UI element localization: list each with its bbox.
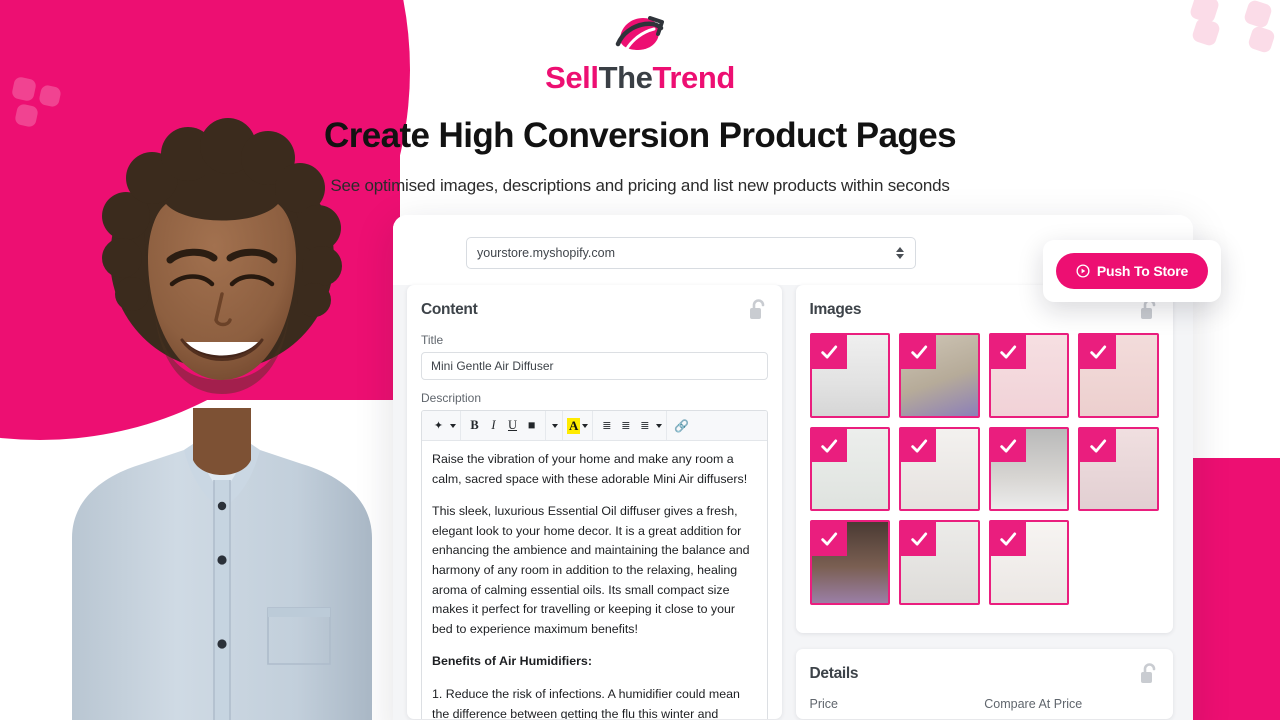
pink-block-right-decoration	[1185, 458, 1280, 720]
image-thumbnail[interactable]	[988, 333, 1070, 418]
content-panel-title: Content	[421, 301, 478, 318]
stepper-arrows-icon	[896, 247, 904, 259]
checkmark-icon[interactable]	[811, 428, 847, 463]
image-thumbnail[interactable]	[809, 426, 891, 512]
push-to-store-button[interactable]: Push To Store	[1055, 253, 1209, 289]
image-thumbnail[interactable]	[809, 333, 891, 418]
italic-button[interactable]: I	[484, 415, 503, 437]
images-column: Images Details Price Compare At Price	[795, 285, 1173, 720]
swoosh-arrow-icon	[615, 16, 664, 52]
description-tail: 1. Reduce the risk of infections. A humi…	[432, 686, 740, 719]
image-thumbnail[interactable]	[1078, 426, 1159, 512]
push-to-store-label: Push To Store	[1096, 263, 1189, 279]
image-thumbnail[interactable]	[899, 520, 980, 605]
page-root: SellTheTrend Create High Conversion Prod…	[0, 0, 1280, 720]
image-thumbnail[interactable]	[899, 426, 980, 512]
title-field-label: Title	[421, 333, 444, 347]
image-thumbnail[interactable]	[1078, 333, 1159, 418]
image-thumbnail-grid	[809, 333, 1159, 605]
bullet-list-button[interactable]: ≣	[597, 415, 616, 437]
title-input[interactable]: Mini Gentle Air Diffuser	[421, 352, 768, 380]
checkmark-icon[interactable]	[901, 522, 937, 557]
editor-toolbar: ✦ B I U ■ A ≣ ≣ ≣ 🔗	[422, 411, 767, 441]
image-thumbnail[interactable]	[899, 333, 980, 418]
brand-word-trend: Trend	[652, 60, 736, 95]
image-thumbnail[interactable]	[809, 520, 891, 605]
text-color-button[interactable]: A	[567, 417, 581, 434]
magic-wand-icon[interactable]: ✦	[429, 415, 448, 437]
description-editor[interactable]: ✦ B I U ■ A ≣ ≣ ≣ 🔗 Raise the vibration …	[421, 410, 768, 719]
bold-button[interactable]: B	[465, 415, 484, 437]
details-panel-title: Details	[809, 665, 859, 682]
app-body: Content Title Mini Gentle Air Diffuser D…	[393, 285, 1193, 720]
description-paragraph: This sleek, luxurious Essential Oil diff…	[432, 504, 750, 636]
push-to-store-card: Push To Store	[1043, 240, 1221, 302]
checkmark-icon[interactable]	[990, 428, 1026, 463]
play-circle-icon	[1076, 264, 1090, 278]
text-color-caret-icon[interactable]	[582, 423, 589, 428]
description-paragraph: Raise the vibration of your home and mak…	[432, 452, 748, 486]
font-style-button[interactable]: ■	[522, 415, 541, 437]
store-select[interactable]: yourstore.myshopify.com	[466, 237, 916, 269]
checkmark-icon[interactable]	[1080, 335, 1116, 369]
details-labels-row: Price Compare At Price	[810, 697, 1159, 711]
image-thumbnail[interactable]	[988, 520, 1070, 605]
magic-wand-caret-icon[interactable]	[450, 423, 456, 428]
images-panel-title: Images	[809, 301, 862, 318]
content-panel: Content Title Mini Gentle Air Diffuser D…	[407, 285, 782, 719]
description-text[interactable]: Raise the vibration of your home and mak…	[422, 441, 767, 719]
price-label: Price	[809, 697, 838, 711]
checkmark-icon[interactable]	[901, 335, 937, 369]
brand-logo: SellTheTrend	[0, 14, 1280, 93]
page-subtitle: See optimised images, descriptions and p…	[330, 176, 950, 195]
font-style-caret-icon[interactable]	[552, 423, 558, 428]
unlock-icon[interactable]	[1140, 299, 1159, 320]
content-column: Content Title Mini Gentle Air Diffuser D…	[407, 285, 782, 720]
title-input-value: Mini Gentle Air Diffuser	[431, 359, 554, 373]
brand-word-the: The	[598, 60, 653, 95]
description-heading: Benefits of Air Humidifiers:	[432, 654, 592, 669]
checkmark-icon[interactable]	[990, 522, 1026, 557]
checkmark-icon[interactable]	[901, 428, 937, 463]
checkmark-icon[interactable]	[811, 522, 847, 557]
underline-button[interactable]: U	[503, 415, 522, 437]
checkmark-icon[interactable]	[990, 335, 1026, 369]
brand-wordmark: SellTheTrend	[545, 62, 735, 93]
checkmark-icon[interactable]	[811, 335, 847, 369]
numbered-list-button[interactable]: ≣	[616, 415, 635, 437]
unlock-icon[interactable]	[749, 299, 768, 320]
details-panel: Details Price Compare At Price	[795, 649, 1173, 719]
compare-at-price-label: Compare At Price	[984, 697, 1083, 711]
unlock-icon[interactable]	[1140, 663, 1159, 684]
checkmark-icon[interactable]	[1080, 428, 1116, 463]
align-caret-icon[interactable]	[656, 423, 663, 428]
align-button[interactable]: ≣	[635, 415, 654, 437]
image-thumbnail[interactable]	[988, 426, 1070, 512]
brand-word-sell: Sell	[545, 60, 599, 95]
store-select-value: yourstore.myshopify.com	[477, 246, 616, 260]
images-panel: Images	[795, 285, 1173, 633]
description-field-label: Description	[421, 391, 482, 405]
link-icon[interactable]: 🔗	[671, 415, 692, 437]
page-title: Create High Conversion Product Pages	[324, 116, 956, 155]
